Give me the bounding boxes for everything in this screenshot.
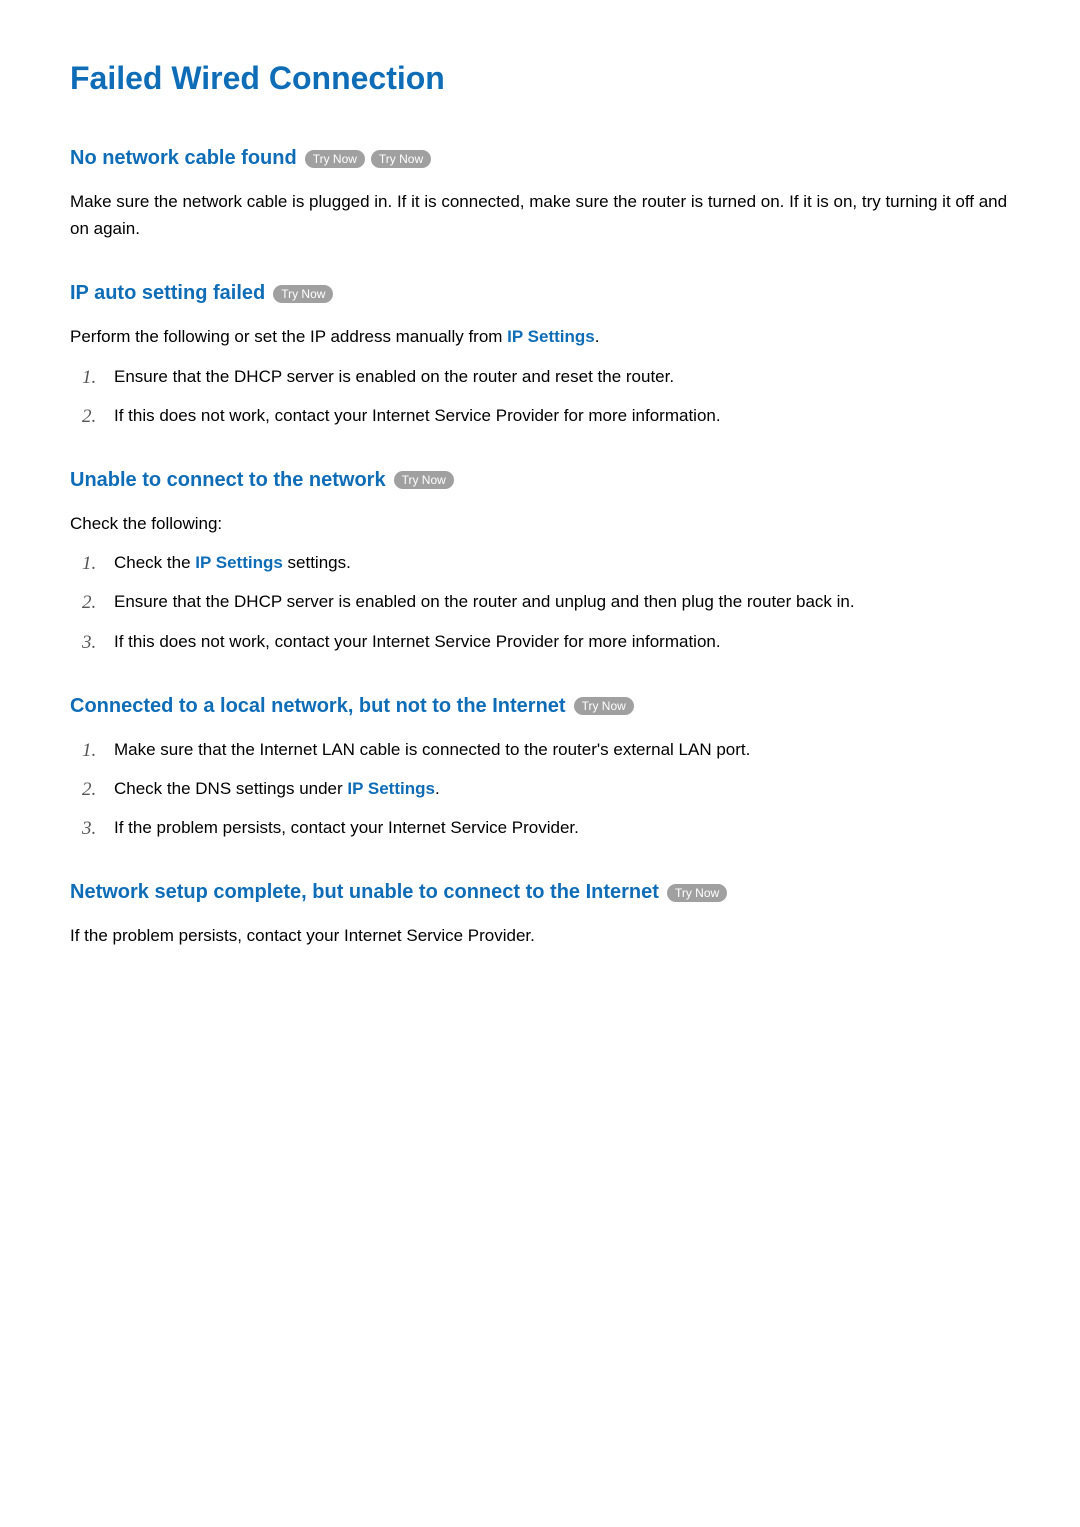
item1-pre: Check the xyxy=(114,553,195,572)
list-item: If this does not work, contact your Inte… xyxy=(82,402,1010,429)
heading-no-cable: No network cable found Try Now Try Now xyxy=(70,147,1010,170)
item1-post: settings. xyxy=(283,553,351,572)
heading-ip-auto-text: IP auto setting failed xyxy=(70,282,265,305)
ip-settings-link[interactable]: IP Settings xyxy=(195,553,283,572)
section-ip-auto: IP auto setting failed Try Now Perform t… xyxy=(70,282,1010,429)
heading-setup-complete: Network setup complete, but unable to co… xyxy=(70,881,1010,904)
list-item: If the problem persists, contact your In… xyxy=(82,814,1010,841)
list-item: Check the IP Settings settings. xyxy=(82,549,1010,576)
try-now-button[interactable]: Try Now xyxy=(371,150,431,168)
list-item: Ensure that the DHCP server is enabled o… xyxy=(82,588,1010,615)
list-item: Ensure that the DHCP server is enabled o… xyxy=(82,363,1010,390)
list-local-not-internet: Make sure that the Internet LAN cable is… xyxy=(70,736,1010,842)
ip-settings-link[interactable]: IP Settings xyxy=(347,779,435,798)
item2-pre: Check the DNS settings under xyxy=(114,779,347,798)
intro-ip-auto: Perform the following or set the IP addr… xyxy=(70,323,1010,350)
section-unable-connect: Unable to connect to the network Try Now… xyxy=(70,469,1010,655)
section-no-cable: No network cable found Try Now Try Now M… xyxy=(70,147,1010,242)
page-title: Failed Wired Connection xyxy=(70,60,1010,97)
list-item: Check the DNS settings under IP Settings… xyxy=(82,775,1010,802)
intro-ip-auto-post: . xyxy=(595,327,600,346)
heading-no-cable-text: No network cable found xyxy=(70,147,297,170)
try-now-button[interactable]: Try Now xyxy=(273,285,333,303)
try-now-button[interactable]: Try Now xyxy=(394,471,454,489)
section-local-not-internet: Connected to a local network, but not to… xyxy=(70,695,1010,842)
list-item: If this does not work, contact your Inte… xyxy=(82,628,1010,655)
try-now-button[interactable]: Try Now xyxy=(305,150,365,168)
intro-ip-auto-pre: Perform the following or set the IP addr… xyxy=(70,327,507,346)
try-now-button[interactable]: Try Now xyxy=(667,884,727,902)
heading-ip-auto: IP auto setting failed Try Now xyxy=(70,282,1010,305)
section-setup-complete: Network setup complete, but unable to co… xyxy=(70,881,1010,949)
list-ip-auto: Ensure that the DHCP server is enabled o… xyxy=(70,363,1010,429)
try-now-button[interactable]: Try Now xyxy=(574,697,634,715)
intro-unable-connect: Check the following: xyxy=(70,510,1010,537)
heading-local-not-internet: Connected to a local network, but not to… xyxy=(70,695,1010,718)
list-item: Make sure that the Internet LAN cable is… xyxy=(82,736,1010,763)
ip-settings-link[interactable]: IP Settings xyxy=(507,327,595,346)
body-setup-complete: If the problem persists, contact your In… xyxy=(70,922,1010,949)
heading-local-not-internet-text: Connected to a local network, but not to… xyxy=(70,695,566,718)
heading-setup-complete-text: Network setup complete, but unable to co… xyxy=(70,881,659,904)
body-no-cable: Make sure the network cable is plugged i… xyxy=(70,188,1010,242)
item2-post: . xyxy=(435,779,440,798)
heading-unable-connect-text: Unable to connect to the network xyxy=(70,469,386,492)
heading-unable-connect: Unable to connect to the network Try Now xyxy=(70,469,1010,492)
list-unable-connect: Check the IP Settings settings. Ensure t… xyxy=(70,549,1010,655)
